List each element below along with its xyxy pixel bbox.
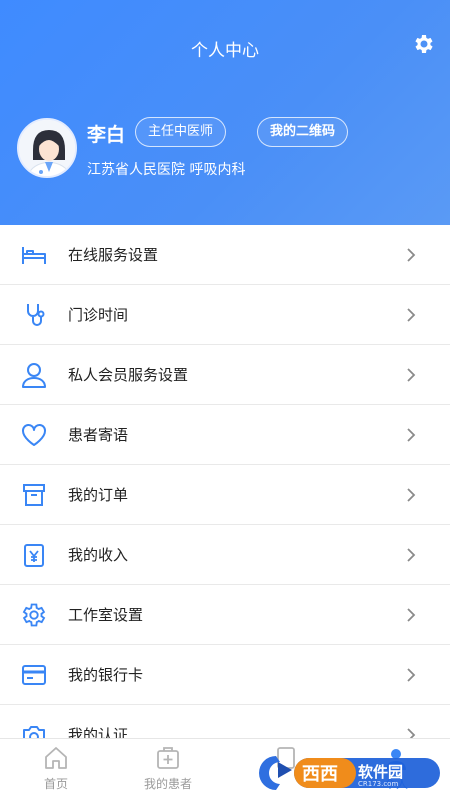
medical-kit-icon (157, 747, 179, 769)
job-title-badge: 主任中医师 (135, 117, 227, 147)
hospital-department: 江苏省人民医院 呼吸内科 (87, 162, 246, 178)
menu-item-label: 工作室设置 (68, 606, 144, 624)
stethoscope-icon (20, 301, 48, 329)
chevron-right-icon (407, 608, 416, 622)
tab-label: 首页 (43, 777, 68, 791)
gear-icon (20, 601, 48, 629)
svg-text:软件园: 软件园 (358, 763, 403, 781)
menu-item-my-income[interactable]: 我的收入 (0, 525, 450, 585)
archive-box-icon (20, 481, 48, 509)
doctor-avatar-icon (19, 120, 75, 176)
heart-icon (20, 421, 48, 449)
menu-item-label: 门诊时间 (68, 306, 129, 324)
menu-item-my-orders[interactable]: 我的订单 (0, 465, 450, 525)
site-watermark-logo: 西西 软件园 CR173.com (254, 752, 444, 794)
menu-item-label: 私人会员服务设置 (68, 366, 189, 384)
svg-text:西西: 西西 (302, 764, 338, 785)
chevron-right-icon (407, 368, 416, 382)
profile-header: 个人中心 李白 主任中医师 我的二维码 江苏省人民医院 呼吸内科 (0, 0, 450, 225)
gear-icon[interactable] (412, 32, 436, 56)
menu-item-bank-card[interactable]: 我的银行卡 (0, 645, 450, 705)
tab-label: 我的患者 (143, 777, 192, 791)
menu-item-label: 患者寄语 (68, 426, 129, 444)
tab-home[interactable]: 首页 (16, 745, 96, 792)
menu-item-label: 我的收入 (68, 546, 129, 564)
chevron-right-icon (407, 548, 416, 562)
chevron-right-icon (407, 668, 416, 682)
page-title: 个人中心 (191, 41, 259, 61)
yuan-icon (20, 541, 48, 569)
settings-menu: 在线服务设置 门诊时间 私人会员服务设置 患者寄语 我的订单 我的收入 工作室设… (0, 225, 450, 765)
avatar[interactable] (17, 118, 77, 178)
bed-icon (20, 241, 48, 269)
tab-my-patients[interactable]: 我的患者 (128, 745, 208, 792)
bank-card-icon (20, 661, 48, 689)
menu-item-online-service[interactable]: 在线服务设置 (0, 225, 450, 285)
chevron-right-icon (407, 428, 416, 442)
person-icon (20, 361, 48, 389)
menu-item-patient-messages[interactable]: 患者寄语 (0, 405, 450, 465)
menu-item-label: 在线服务设置 (68, 246, 159, 264)
menu-item-label: 我的订单 (68, 486, 129, 504)
chevron-right-icon (407, 308, 416, 322)
menu-item-studio-settings[interactable]: 工作室设置 (0, 585, 450, 645)
menu-item-clinic-hours[interactable]: 门诊时间 (0, 285, 450, 345)
menu-item-label: 我的银行卡 (68, 666, 144, 684)
doctor-name: 李白 (87, 124, 126, 146)
svg-text:CR173.com: CR173.com (358, 780, 398, 788)
chevron-right-icon (407, 488, 416, 502)
chevron-right-icon (407, 248, 416, 262)
qr-code-button[interactable]: 我的二维码 (257, 117, 349, 147)
home-icon (45, 747, 67, 769)
menu-item-private-member[interactable]: 私人会员服务设置 (0, 345, 450, 405)
